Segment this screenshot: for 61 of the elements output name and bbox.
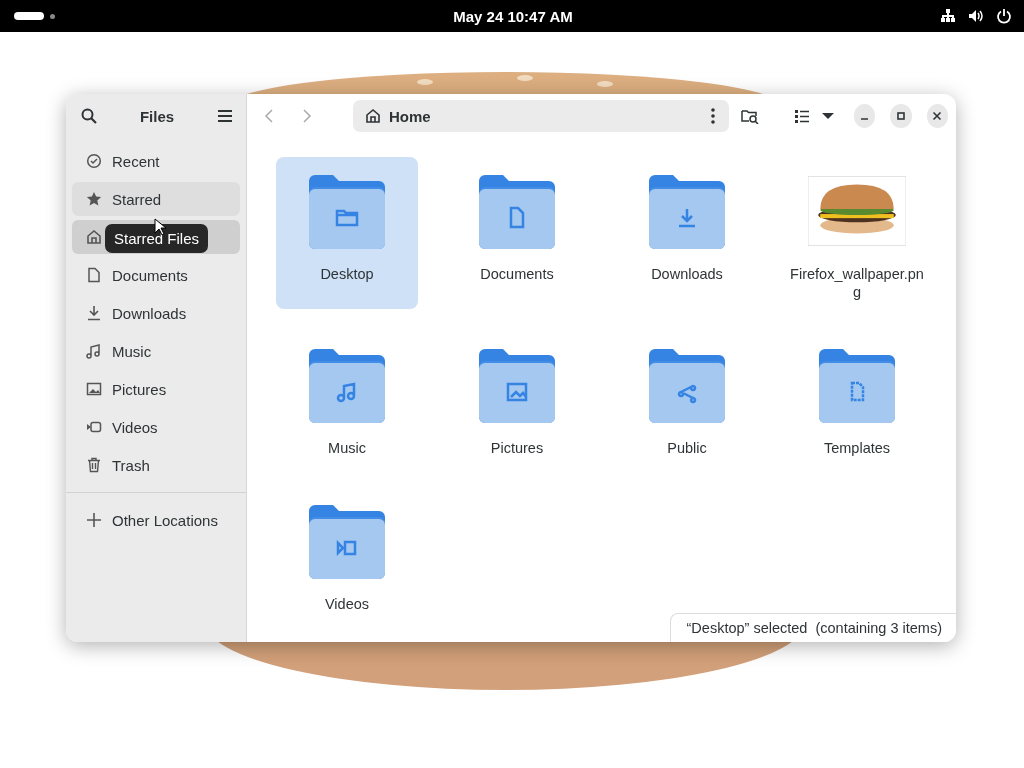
file-name: Firefox_wallpaper.png [789,265,925,301]
list-icon [794,108,810,124]
file-item[interactable]: Documents [446,157,588,309]
sidebar-item[interactable]: Starred [72,182,240,216]
sidebar-item[interactable]: Trash [72,448,240,482]
download-icon [86,305,102,321]
file-name: Public [666,439,708,457]
clock[interactable]: May 24 10:47 AM [453,7,573,25]
file-item[interactable]: Downloads [616,157,758,309]
status-bar: “Desktop” selected (containing 3 items) [669,613,956,642]
star-icon [86,191,102,207]
folder-search-icon [741,108,759,124]
tooltip: Starred Files [105,224,209,253]
location-label: Home [389,107,432,125]
search-icon [81,108,97,124]
recent-icon [86,153,102,169]
minimize-button[interactable] [854,104,876,128]
close-icon [932,111,943,121]
sidebar-item[interactable]: Documents [72,258,240,292]
file-item[interactable]: Public [616,331,758,465]
sidebar-item[interactable]: Downloads [72,296,240,330]
workspace-indicator[interactable] [14,12,44,20]
home-icon [86,229,102,245]
file-name: Templates [822,439,892,457]
file-item[interactable]: Music [276,331,418,465]
file-name: Desktop [319,265,375,283]
maximize-icon [896,111,906,121]
plus-icon [86,512,102,528]
network-icon[interactable] [940,8,956,24]
file-name: Videos [323,595,371,613]
caret-icon [822,112,834,120]
menu-icon [217,108,233,124]
sidebar-item[interactable]: Pictures [72,372,240,406]
workspace-dot[interactable] [50,13,55,19]
file-item[interactable]: Firefox_wallpaper.png [786,157,928,309]
music-icon [86,343,102,359]
file-item[interactable]: Pictures [446,331,588,465]
file-item[interactable]: Desktop [276,157,418,309]
image-icon [86,381,102,397]
home-icon [365,108,381,124]
file-item[interactable]: Videos [276,487,418,621]
maximize-button[interactable] [890,104,912,128]
document-icon [86,267,102,283]
trash-icon [86,457,102,473]
file-name: Downloads [650,265,724,283]
file-name: Pictures [489,439,545,457]
sidebar-item[interactable]: Recent [72,144,240,178]
video-icon [86,419,102,435]
sidebar-title: Files [139,107,175,125]
sidebar-item[interactable]: Videos [72,410,240,444]
sidebar-item[interactable]: Music [72,334,240,368]
volume-icon[interactable] [968,8,984,24]
file-name: Documents [479,265,555,283]
file-name: Music [327,439,367,457]
path-bar[interactable]: Home [353,100,729,132]
sidebar-item[interactable]: Other Locations [72,503,240,537]
file-item[interactable]: Templates [786,331,928,465]
power-icon[interactable] [996,8,1012,24]
minimize-icon [861,118,869,120]
close-button[interactable] [926,104,948,128]
more-icon[interactable] [711,108,715,124]
